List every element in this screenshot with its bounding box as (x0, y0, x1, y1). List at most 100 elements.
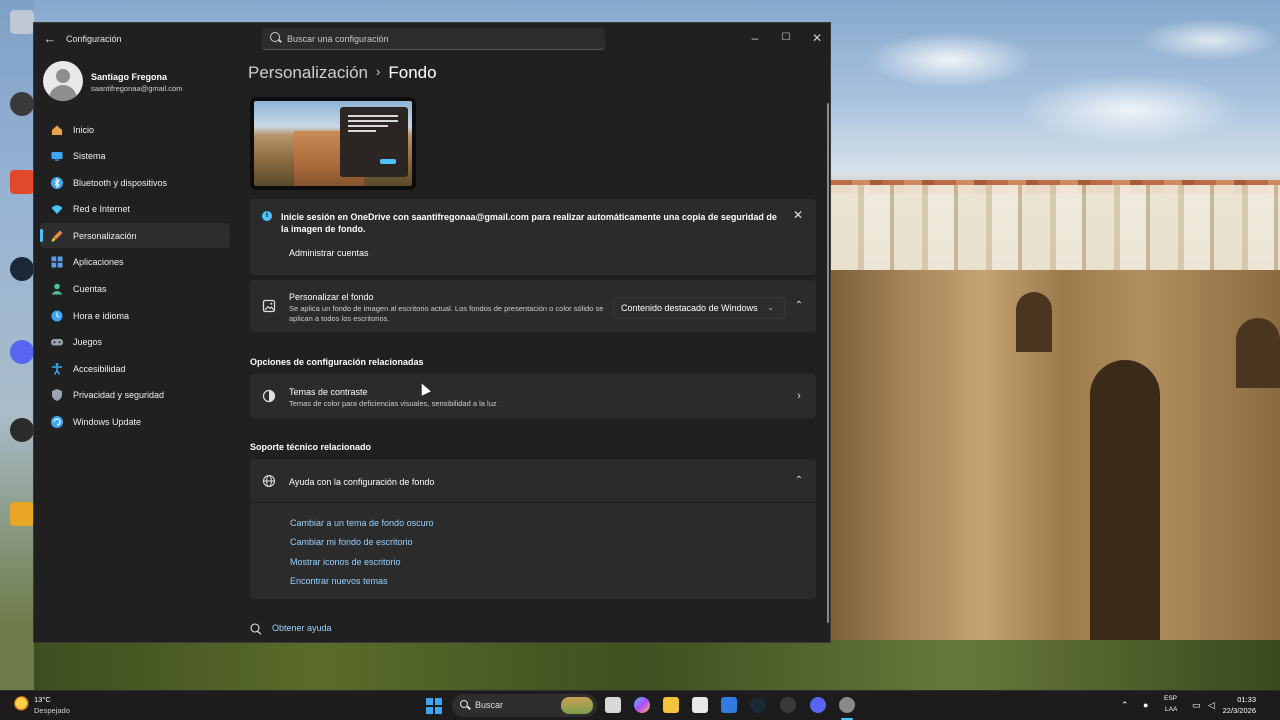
home-icon (52, 125, 62, 135)
wallpaper-bridge-arch (1090, 360, 1160, 660)
background-preview (250, 97, 416, 190)
preview-accent-button (380, 159, 396, 164)
sidebar-item-label: Sistema (73, 151, 106, 162)
sidebar-item-red-e-internet[interactable]: Red e Internet (40, 197, 230, 222)
dropdown-selected-value: Contenido destacado de Windows (621, 303, 758, 313)
volume-icon[interactable]: ◁ (1208, 700, 1215, 711)
chevron-up-icon[interactable]: ⌃ (794, 476, 804, 486)
sidebar-item-inicio[interactable]: Inicio (40, 117, 230, 142)
obs-icon[interactable] (780, 697, 796, 713)
sidebar-item-label: Aplicaciones (73, 257, 124, 268)
close-button[interactable]: ✕ (802, 27, 832, 49)
sidebar-item-sistema[interactable]: Sistema (40, 144, 230, 169)
recycle-bin-icon[interactable] (10, 10, 34, 34)
wallpaper-foliage (0, 640, 1280, 690)
contrast-themes-description: Temas de color para deficiencias visuale… (289, 399, 497, 408)
settings-gear-icon[interactable] (839, 697, 855, 713)
contrast-icon (262, 389, 276, 403)
wallpaper-town (830, 185, 1280, 275)
language-code[interactable]: ESP (1164, 695, 1177, 702)
chevron-up-tray-icon[interactable]: ⌃ (1121, 700, 1129, 711)
chevron-right-icon: › (376, 64, 381, 79)
preview-line (348, 125, 388, 127)
desktop-shortcut-icon[interactable] (10, 92, 34, 116)
maximize-button[interactable]: ☐ (771, 27, 801, 49)
settings-search-box[interactable] (262, 28, 605, 50)
weather-icon[interactable] (14, 696, 30, 712)
monitor-icon (51, 152, 63, 161)
sidebar-item-personalización[interactable]: Personalización (40, 223, 230, 249)
obs-desktop-icon[interactable] (10, 418, 34, 442)
chevron-up-icon[interactable]: ⌃ (794, 301, 804, 311)
help-link[interactable]: Cambiar mi fondo de escritorio (290, 537, 413, 547)
sidebar-item-hora-e-idioma[interactable]: Hora e idioma (40, 303, 230, 328)
shield-icon (52, 389, 62, 402)
file-explorer-icon[interactable] (663, 697, 679, 713)
keyboard-layout[interactable]: LAA (1165, 706, 1177, 713)
clock-date[interactable]: 22/3/2026 (1223, 706, 1256, 715)
preview-line (348, 120, 398, 122)
clock-time[interactable]: 01:33 (1237, 695, 1256, 704)
search-icon (270, 32, 280, 42)
sidebar-item-accesibilidad[interactable]: Accesibilidad (40, 356, 230, 381)
background-type-dropdown[interactable]: Contenido destacado de Windows ⌄ (613, 297, 785, 319)
help-background-header[interactable]: Ayuda con la configuración de fondo ⌃ (250, 459, 816, 503)
windows-start-icon[interactable] (426, 698, 442, 714)
breadcrumb-parent[interactable]: Personalización (248, 63, 368, 82)
task-view-icon[interactable] (605, 697, 621, 713)
copilot-icon[interactable] (634, 697, 650, 713)
get-help-link[interactable]: Obtener ayuda (272, 623, 332, 633)
settings-window: ← Configuración – ☐ ✕ Santiago Fregona s… (33, 22, 831, 643)
help-link[interactable]: Encontrar nuevos temas (290, 576, 388, 586)
sidebar-item-bluetooth-y-dispositivos[interactable]: Bluetooth y dispositivos (40, 170, 230, 195)
title-bar: ← Configuración – ☐ ✕ (34, 23, 830, 55)
microphone-icon[interactable]: ● (1143, 700, 1148, 710)
sidebar-item-aplicaciones[interactable]: Aplicaciones (40, 250, 230, 275)
network-icon[interactable]: ▭ (1192, 700, 1201, 711)
page-title: Fondo (388, 63, 437, 82)
globe-clock-icon (51, 310, 63, 322)
sidebar-item-label: Accesibilidad (73, 363, 126, 374)
help-link[interactable]: Mostrar iconos de escritorio (290, 557, 401, 567)
weather-temperature[interactable]: 13°C (34, 695, 51, 704)
scrollbar[interactable] (827, 103, 829, 623)
preview-sample-window (340, 107, 408, 177)
manage-accounts-button[interactable]: Administrar cuentas (281, 243, 377, 263)
user-avatar[interactable] (43, 61, 83, 101)
settings-search-input[interactable] (287, 31, 587, 47)
back-arrow-icon[interactable]: ← (42, 31, 58, 47)
contrast-themes-row[interactable]: Temas de contraste Temas de color para d… (250, 374, 816, 418)
taskbar-search[interactable]: Buscar (452, 694, 597, 717)
microsoft-store-icon[interactable] (692, 697, 708, 713)
personalize-description: Se aplica un fondo de imagen al escritor… (289, 304, 604, 323)
sidebar-item-juegos[interactable]: Juegos (40, 330, 230, 355)
banner-close-icon[interactable]: ✕ (792, 209, 804, 221)
wallpaper-bridge-arch (1236, 318, 1280, 388)
help-link[interactable]: Cambiar a un tema de fondo oscuro (290, 518, 434, 528)
sidebar-item-label: Privacidad y seguridad (73, 390, 165, 401)
sidebar-item-windows-update[interactable]: Windows Update (40, 410, 230, 435)
sidebar-item-label: Cuentas (73, 284, 107, 295)
contrast-themes-title: Temas de contraste (289, 387, 368, 397)
personalize-background-row[interactable]: Personalizar el fondo Se aplica un fondo… (250, 280, 816, 332)
related-settings-heading: Opciones de configuración relacionadas (250, 357, 424, 367)
discord-icon[interactable] (810, 697, 826, 713)
steam-desktop-icon[interactable] (10, 257, 34, 281)
steam-icon[interactable] (750, 697, 766, 713)
preview-line (348, 115, 398, 117)
user-email: saantifregonaa@gmail.com (91, 84, 183, 93)
taskbar: 13°C Despejado Buscar ⌃ ● ESP LAA ▭ ◁ 01… (0, 690, 1280, 720)
brave-icon[interactable] (10, 170, 34, 194)
wallpaper-cliff (830, 270, 1280, 690)
sidebar-item-privacidad-y-seguridad[interactable]: Privacidad y seguridad (40, 383, 230, 408)
outlook-icon[interactable] (721, 697, 737, 713)
sidebar-item-cuentas[interactable]: Cuentas (40, 277, 230, 302)
sidebar-nav: Inicio Sistema Bluetooth y dispositivos Red… (40, 117, 230, 436)
counter-strike-desktop-icon[interactable] (10, 502, 34, 526)
sidebar-item-label: Red e Internet (73, 204, 131, 215)
discord-desktop-icon[interactable] (10, 340, 34, 364)
minimize-button[interactable]: – (740, 27, 770, 49)
taskbar-search-label: Buscar (475, 700, 504, 710)
personalize-title: Personalizar el fondo (289, 292, 374, 302)
weather-description[interactable]: Despejado (34, 706, 70, 715)
